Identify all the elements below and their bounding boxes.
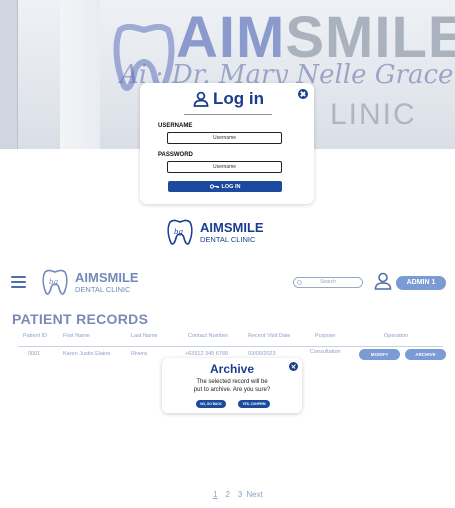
brand-name: AIMSMILE xyxy=(75,269,139,285)
archive-dialog: Archive The selected record will be put … xyxy=(162,358,302,413)
wall-panel xyxy=(0,0,18,149)
divider xyxy=(184,114,272,115)
menu-icon[interactable] xyxy=(11,276,26,289)
clinic-sign-clinic: LINIC xyxy=(330,98,417,131)
login-title: Log in xyxy=(193,89,264,109)
cell-contact: +63912 345 6789 xyxy=(185,351,228,357)
user-icon[interactable] xyxy=(374,272,392,290)
svg-text:bg: bg xyxy=(174,228,183,236)
modify-button[interactable]: MODIFY xyxy=(359,349,400,360)
key-icon xyxy=(209,184,219,189)
login-card: Log in USERNAME Username PASSWORD Userna… xyxy=(140,83,314,204)
column-header-contact: Contact Number xyxy=(188,333,229,339)
archive-button[interactable]: ARCHIVE xyxy=(405,349,446,360)
cell-first-name: Karen Justin Elaine xyxy=(63,351,111,357)
search-placeholder: Search xyxy=(320,279,336,285)
column-header-operation: Operation xyxy=(384,333,409,339)
password-label: PASSWORD xyxy=(158,152,193,158)
username-field[interactable]: Username xyxy=(167,132,282,144)
dialog-message-line: The selected record will be xyxy=(196,379,268,385)
brand-name: AIMSMILE xyxy=(200,219,264,235)
column-header-last-name: Last Name xyxy=(131,333,158,339)
column-header-visit-date: Recent Visit Date xyxy=(248,333,291,339)
page-link-2[interactable]: 2 xyxy=(225,490,229,499)
patient-dashboard: bg AIMSMILE DENTAL CLINIC Search ADMIN 1… xyxy=(0,258,455,508)
login-title-text: Log in xyxy=(213,89,264,108)
brand-logo[interactable]: bg AIMSMILE DENTAL CLINIC xyxy=(41,268,139,296)
wall-panel xyxy=(60,0,100,149)
brand-sub: DENTAL CLINIC xyxy=(200,234,256,244)
dialog-title: Archive xyxy=(209,362,255,376)
brand-logo: bg AIMSMILE DENTAL CLINIC xyxy=(166,218,264,246)
search-input[interactable]: Search xyxy=(293,277,363,288)
pagination: 1 2 3 Next xyxy=(213,490,263,499)
page-link-3[interactable]: 3 xyxy=(238,490,242,499)
page-link-1[interactable]: 1 xyxy=(213,490,217,499)
page-title: PATIENT RECORDS xyxy=(12,311,149,327)
cell-last-name: Rivera xyxy=(131,351,147,357)
brand-sub: DENTAL CLINIC xyxy=(75,284,131,294)
dialog-message: The selected record will be put to archi… xyxy=(162,378,302,394)
cell-patient-id: 0001 xyxy=(28,351,41,357)
user-icon xyxy=(193,91,209,107)
column-header-patient-id: Patient ID xyxy=(23,333,48,339)
login-button-label: LOG IN xyxy=(221,183,241,190)
password-field[interactable]: Username xyxy=(167,161,282,173)
cell-purpose: Consultation xyxy=(310,349,341,355)
dialog-message-line: put to archive. Are you sure? xyxy=(193,387,271,393)
svg-text:bg: bg xyxy=(49,278,58,286)
tooth-logo-icon: bg xyxy=(42,269,68,295)
divider xyxy=(18,346,443,347)
column-header-purpose: Purpose xyxy=(315,333,336,339)
cell-visit-date: 03/09/2023 xyxy=(248,351,276,357)
close-icon[interactable] xyxy=(298,89,308,99)
admin-button[interactable]: ADMIN 1 xyxy=(396,276,446,290)
yes-confirm-button[interactable]: YES, CONFIRM xyxy=(238,400,270,408)
no-go-back-button[interactable]: NO, GO BACK xyxy=(196,400,226,408)
search-icon xyxy=(297,280,302,285)
column-header-first-name: First Name xyxy=(63,333,90,339)
next-link[interactable]: Next xyxy=(246,490,262,499)
tooth-logo-icon: bg xyxy=(167,219,193,245)
username-label: USERNAME xyxy=(158,123,193,129)
login-button[interactable]: LOG IN xyxy=(168,181,282,192)
